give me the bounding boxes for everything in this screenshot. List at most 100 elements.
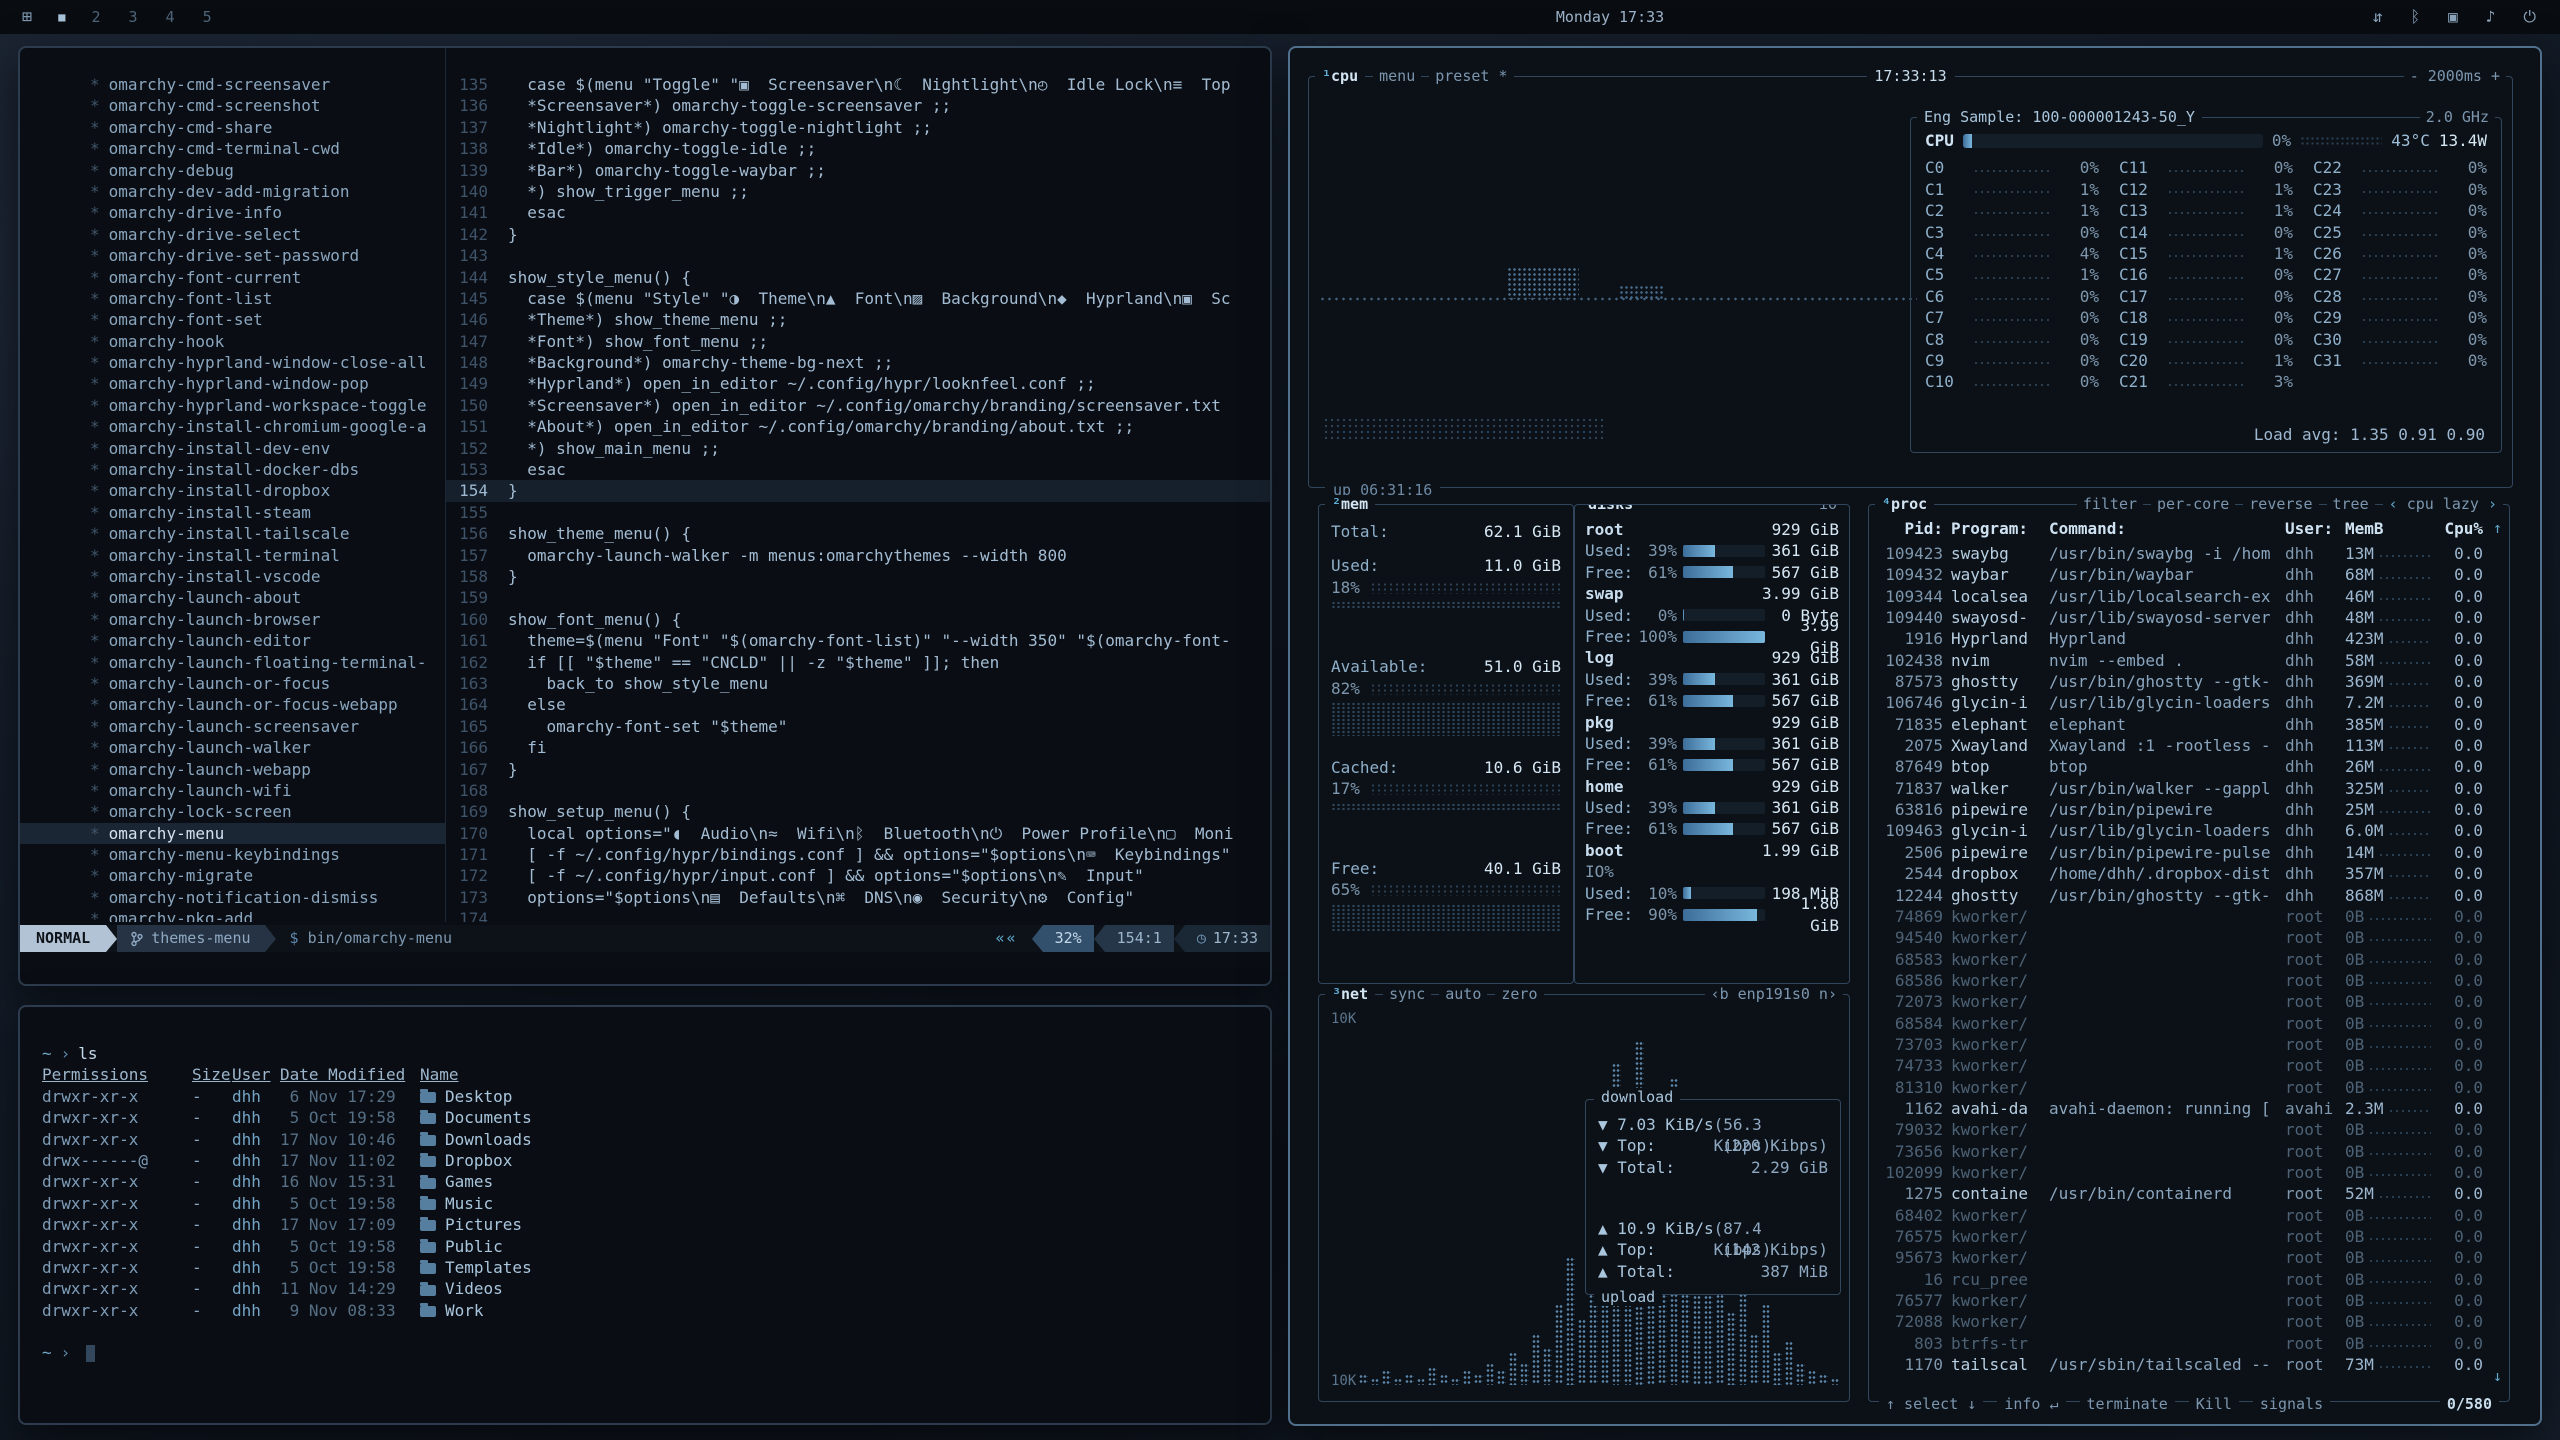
proc-option-button[interactable]: reverse (2243, 495, 2318, 513)
process-row[interactable]: 109440 swayosd- /usr/lib/swayosd-server … (1879, 607, 2483, 628)
process-row[interactable]: 68586 kworker/ root 0B 0.0 (1879, 970, 2483, 991)
process-row[interactable]: 2544 dropbox /home/dhh/.dropbox-dist dhh… (1879, 863, 2483, 884)
process-row[interactable]: 71837 walker /usr/bin/walker --gappl dhh… (1879, 778, 2483, 799)
file-item[interactable]: *omarchy-notification-dismiss (20, 887, 445, 908)
power-icon[interactable]: ⏻ (2523, 7, 2536, 27)
process-row[interactable]: 16 rcu_pree root 0B 0.0 (1879, 1269, 2483, 1290)
proc-footer-button[interactable]: Kill (2189, 1395, 2239, 1413)
process-row[interactable]: 12244 ghostty /usr/bin/ghostty --gtk- dh… (1879, 885, 2483, 906)
io-mode-toggle[interactable]: io (1813, 504, 1843, 513)
file-item[interactable]: *omarchy-cmd-screenshot (20, 95, 445, 116)
file-item[interactable]: *omarchy-drive-info (20, 202, 445, 223)
workspace-button[interactable]: 5 (203, 8, 212, 26)
process-row[interactable]: 71835 elephant elephant dhh 385M 0.0 (1879, 714, 2483, 735)
file-item[interactable]: *omarchy-menu (20, 823, 445, 844)
file-item[interactable]: *omarchy-menu-keybindings (20, 844, 445, 865)
file-item[interactable]: *omarchy-drive-set-password (20, 245, 445, 266)
process-row[interactable]: 95673 kworker/ root 0B 0.0 (1879, 1247, 2483, 1268)
cpu-box-title[interactable]: ¹cpu (1315, 67, 1365, 85)
process-row[interactable]: 109432 waybar /usr/bin/waybar dhh 68M 0.… (1879, 564, 2483, 585)
process-row[interactable]: 68583 kworker/ root 0B 0.0 (1879, 949, 2483, 970)
file-item[interactable]: *omarchy-cmd-share (20, 117, 445, 138)
file-item[interactable]: *omarchy-launch-screensaver (20, 716, 445, 737)
file-item[interactable]: *omarchy-migrate (20, 865, 445, 886)
mem-box-title[interactable]: ²mem (1325, 495, 1375, 513)
process-row[interactable]: 76575 kworker/ root 0B 0.0 (1879, 1226, 2483, 1247)
net-interface-selector[interactable]: ‹b enp191s0 n› (1705, 985, 1843, 1003)
process-row[interactable]: 76577 kworker/ root 0B 0.0 (1879, 1290, 2483, 1311)
process-row[interactable]: 68402 kworker/ root 0B 0.0 (1879, 1205, 2483, 1226)
process-row[interactable]: 68584 kworker/ root 0B 0.0 (1879, 1013, 2483, 1034)
file-item[interactable]: *omarchy-hook (20, 331, 445, 352)
process-row[interactable]: 102099 kworker/ root 0B 0.0 (1879, 1162, 2483, 1183)
btop-preset-button[interactable]: preset * (1429, 67, 1513, 85)
updates-icon[interactable]: ⇵ (2373, 7, 2383, 27)
net-option-button[interactable]: sync (1383, 985, 1431, 1003)
file-item[interactable]: *omarchy-cmd-screensaver (20, 74, 445, 95)
proc-header[interactable]: Pid: Program: Command: User: MemB Cpu% (1879, 519, 2483, 538)
net-box-title[interactable]: ³net (1325, 985, 1375, 1003)
process-row[interactable]: 109344 localsea /usr/lib/localsearch-ex … (1879, 586, 2483, 607)
process-row[interactable]: 2075 Xwayland Xwayland :1 -rootless - dh… (1879, 735, 2483, 756)
file-item[interactable]: *omarchy-install-docker-dbs (20, 459, 445, 480)
process-row[interactable]: 1275 containe /usr/bin/containerd root 5… (1879, 1183, 2483, 1204)
net-option-button[interactable]: zero (1495, 985, 1543, 1003)
file-item[interactable]: *omarchy-font-current (20, 267, 445, 288)
file-item[interactable]: *omarchy-debug (20, 160, 445, 181)
file-item[interactable]: *omarchy-launch-webapp (20, 759, 445, 780)
process-row[interactable]: 74733 kworker/ root 0B 0.0 (1879, 1055, 2483, 1076)
file-item[interactable]: *omarchy-launch-editor (20, 630, 445, 651)
volume-icon[interactable]: ♪ (2486, 7, 2496, 27)
proc-footer-button[interactable]: signals (2253, 1395, 2330, 1413)
file-item[interactable]: *omarchy-launch-or-focus-webapp (20, 694, 445, 715)
file-item[interactable]: *omarchy-install-dropbox (20, 480, 445, 501)
process-row[interactable]: 73656 kworker/ root 0B 0.0 (1879, 1141, 2483, 1162)
process-row[interactable]: 72073 kworker/ root 0B 0.0 (1879, 991, 2483, 1012)
process-row[interactable]: 1916 Hyprland Hyprland dhh 423M 0.0 (1879, 628, 2483, 649)
proc-option-button[interactable]: filter (2077, 495, 2143, 513)
file-item[interactable]: *omarchy-hyprland-workspace-toggle (20, 395, 445, 416)
file-item[interactable]: *omarchy-install-chromium-google-a (20, 416, 445, 437)
scroll-down-icon[interactable]: ↓ (2493, 1367, 2502, 1385)
process-row[interactable]: 81310 kworker/ root 0B 0.0 (1879, 1077, 2483, 1098)
file-item[interactable]: *omarchy-launch-wifi (20, 780, 445, 801)
file-item[interactable]: *omarchy-pkg-add (20, 908, 445, 922)
proc-option-button[interactable]: tree (2327, 495, 2375, 513)
process-row[interactable]: 803 btrfs-tr root 0B 0.0 (1879, 1333, 2483, 1354)
process-row[interactable]: 72088 kworker/ root 0B 0.0 (1879, 1311, 2483, 1332)
proc-option-button[interactable]: per-core (2151, 495, 2235, 513)
file-item[interactable]: *omarchy-hyprland-window-close-all (20, 352, 445, 373)
workspace-button[interactable]: 2 (91, 8, 100, 26)
proc-footer-button[interactable]: ↑ select ↓ (1879, 1395, 1983, 1413)
process-row[interactable]: 109463 glycin-i /usr/lib/glycin-loaders … (1879, 820, 2483, 841)
file-item[interactable]: *omarchy-cmd-terminal-cwd (20, 138, 445, 159)
process-row[interactable]: 94540 kworker/ root 0B 0.0 (1879, 927, 2483, 948)
process-row[interactable]: 106746 glycin-i /usr/lib/glycin-loaders … (1879, 692, 2483, 713)
sort-selector[interactable]: ‹ cpu lazy › (2383, 495, 2503, 513)
process-row[interactable]: 73703 kworker/ root 0B 0.0 (1879, 1034, 2483, 1055)
file-item[interactable]: *omarchy-install-dev-env (20, 438, 445, 459)
file-item[interactable]: *omarchy-drive-select (20, 224, 445, 245)
net-option-button[interactable]: auto (1439, 985, 1487, 1003)
file-item[interactable]: *omarchy-font-set (20, 309, 445, 330)
process-row[interactable]: 63816 pipewire /usr/bin/pipewire dhh 25M… (1879, 799, 2483, 820)
file-item[interactable]: *omarchy-install-tailscale (20, 523, 445, 544)
file-item[interactable]: *omarchy-launch-browser (20, 609, 445, 630)
process-row[interactable]: 102438 nvim nvim --embed . dhh 58M 0.0 (1879, 650, 2483, 671)
apps-grid-icon[interactable]: ⊞ (22, 7, 32, 27)
proc-box-title[interactable]: ⁴proc (1875, 495, 1934, 513)
process-row[interactable]: 109423 swaybg /usr/bin/swaybg -i /hom dh… (1879, 543, 2483, 564)
process-row[interactable]: 1170 tailscal /usr/sbin/tailscaled -- ro… (1879, 1354, 2483, 1375)
file-item[interactable]: *omarchy-install-steam (20, 502, 445, 523)
process-row[interactable]: 87649 btop btop dhh 26M 0.0 (1879, 756, 2483, 777)
process-row[interactable]: 2506 pipewire /usr/bin/pipewire-pulse dh… (1879, 842, 2483, 863)
disks-box-title[interactable]: disks (1581, 504, 1640, 513)
file-item[interactable]: *omarchy-dev-add-migration (20, 181, 445, 202)
process-row[interactable]: 87573 ghostty /usr/bin/ghostty --gtk- dh… (1879, 671, 2483, 692)
file-item[interactable]: *omarchy-hyprland-window-pop (20, 373, 445, 394)
proc-footer-button[interactable]: info ↵ (1997, 1395, 2065, 1413)
screenshare-icon[interactable]: ▣ (2448, 7, 2458, 27)
file-item[interactable]: *omarchy-launch-or-focus (20, 673, 445, 694)
process-row[interactable]: 74869 kworker/ root 0B 0.0 (1879, 906, 2483, 927)
update-interval-control[interactable]: - 2000ms + (2404, 67, 2506, 85)
